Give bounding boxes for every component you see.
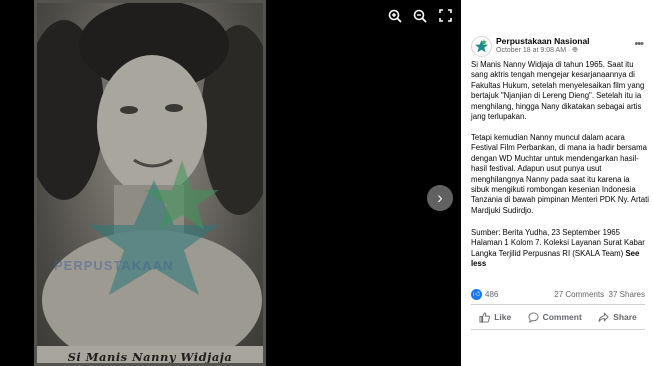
like-button[interactable]: Like (479, 311, 512, 323)
zoom-in-icon[interactable] (385, 6, 405, 26)
comment-share-counts: 27 Comments 37 Shares (554, 290, 645, 299)
post-photo[interactable]: PERPUSTAKAAN Si Manis Nanny Widjaja (34, 0, 266, 366)
more-options-button[interactable]: ••• (634, 38, 644, 50)
comment-count[interactable]: 27 Comments (554, 290, 604, 299)
action-bar: Like Comment Share (471, 307, 645, 327)
post-time-text: October 18 at 9:08 AM · (496, 47, 573, 54)
comment-button[interactable]: Comment (528, 311, 582, 323)
globe-icon: 🌐︎ (572, 47, 578, 54)
share-button[interactable]: Share (598, 311, 637, 323)
post-timestamp[interactable]: October 18 at 9:08 AM · 🌐︎ (496, 47, 578, 55)
share-icon (598, 311, 609, 322)
next-photo-button[interactable]: › (427, 185, 453, 211)
comment-icon (528, 311, 539, 323)
post-paragraph-1: Si Manis Nanny Widjaja di tahun 1965. Sa… (471, 60, 645, 122)
comment-label: Comment (542, 312, 582, 322)
page-name[interactable]: Perpustakaan Nasional (496, 36, 590, 46)
zoom-out-icon[interactable] (410, 6, 430, 26)
source-text: Sumber: Berita Yudha, 23 September 1965 … (471, 228, 645, 258)
star-logo-icon (475, 39, 488, 53)
like-label: Like (494, 312, 512, 322)
share-count[interactable]: 37 Shares (609, 290, 645, 299)
post-paragraph-2: Tetapi kemudian Nanny muncul dalam acara… (471, 133, 649, 215)
post-panel: Perpustakaan Nasional October 18 at 9:08… (461, 0, 653, 366)
thumbs-up-icon (479, 311, 491, 323)
post-paragraph-3: Sumber: Berita Yudha, 23 September 1965 … (471, 228, 649, 270)
chevron-right-icon: › (437, 188, 443, 207)
like-count[interactable]: 486 (485, 290, 498, 299)
avatar[interactable] (471, 36, 492, 57)
divider (471, 304, 645, 305)
photo-border (34, 0, 266, 366)
photo-viewer: PERPUSTAKAAN Si Manis Nanny Widjaja › (0, 0, 461, 366)
fullscreen-icon[interactable] (435, 6, 455, 26)
like-reaction-icon[interactable]: 👍︎ (471, 289, 482, 300)
divider (471, 329, 645, 330)
share-label: Share (613, 312, 637, 322)
reaction-stats: 👍︎ 486 27 Comments 37 Shares (471, 289, 645, 301)
more-icon: ••• (634, 38, 644, 50)
